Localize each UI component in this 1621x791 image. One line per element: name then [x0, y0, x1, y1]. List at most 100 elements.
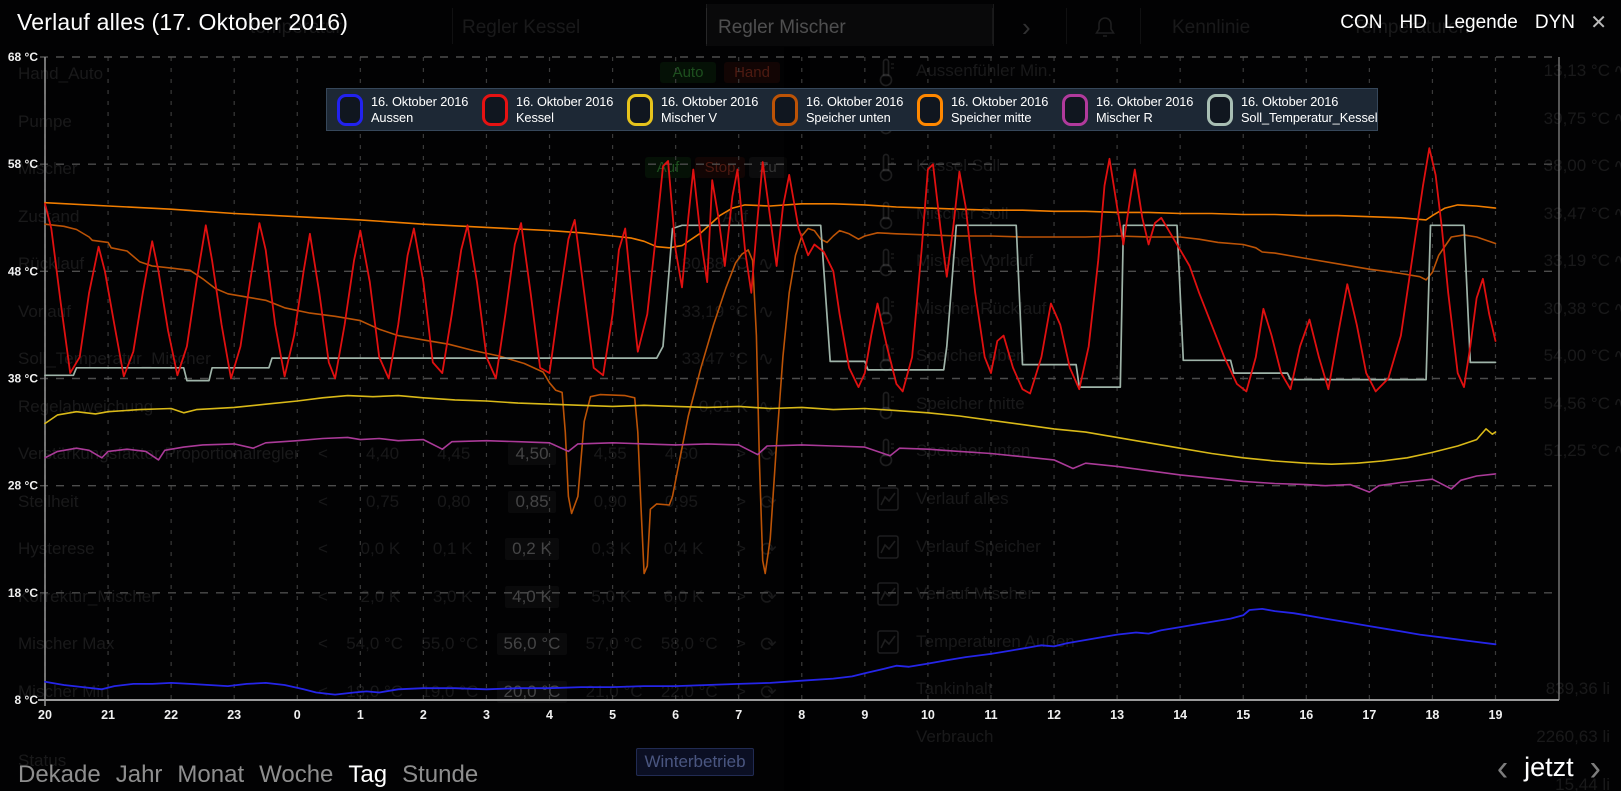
legend-swatch-aussen	[337, 94, 363, 126]
legend-swatch-kessel	[482, 94, 508, 126]
background-row-temperaturen-au-en: Temperaturen Außen	[916, 632, 1075, 652]
background-thermometer-icon	[876, 247, 896, 282]
background-value-tankinhalt: 839,36 li	[1420, 679, 1610, 699]
period-jahr[interactable]: Jahr	[116, 761, 163, 789]
background-button-zu: Zu	[749, 157, 787, 178]
y-tick-label: 38 °C	[8, 372, 38, 386]
background-panel-divider	[784, 47, 810, 791]
x-tick-label: 17	[1362, 708, 1376, 722]
carousel-value: 5,0 K	[591, 587, 631, 607]
x-tick-label: 19	[1489, 708, 1503, 722]
sparkline-icon: ∿	[1613, 298, 1621, 321]
background-row-mischer-min: Mischer Min	[18, 682, 110, 702]
carousel-value: 4,55	[594, 444, 627, 464]
carousel-prev-icon: <	[318, 444, 328, 464]
background-value-zustand: Auf	[558, 207, 748, 227]
background-row-mischer-max: Mischer Max	[18, 634, 114, 654]
carousel-next-icon: >	[736, 634, 746, 654]
period-tag[interactable]: Tag	[348, 761, 387, 789]
legend-item-mischer-r[interactable]: 16. Oktober 2016Mischer R	[1062, 94, 1207, 126]
period-selector: Dekade Jahr Monat Woche Tag Stunde	[18, 761, 478, 789]
period-woche[interactable]: Woche	[259, 761, 333, 789]
toolbar-legende[interactable]: Legende	[1444, 12, 1518, 34]
toolbar-con[interactable]: CON	[1340, 12, 1382, 34]
x-tick-label: 10	[921, 708, 935, 722]
sparkline-icon: ∿	[1613, 440, 1621, 463]
background-tab-separator	[1140, 8, 1141, 44]
sparkline-icon: ∿	[1613, 60, 1621, 83]
background-tab-regler-kessel: Regler Kessel	[462, 17, 580, 39]
x-tick-label: 11	[984, 708, 997, 722]
carousel-value: 21,0 °C	[586, 682, 643, 702]
background-value-speicher-oben: 54,00 °C	[1420, 346, 1610, 366]
legend-item-speicher-mitte[interactable]: 16. Oktober 2016Speicher mitte	[917, 94, 1062, 126]
legend-item-mischer-v[interactable]: 16. Oktober 2016Mischer V	[627, 94, 772, 126]
background-thermometer-icon	[876, 200, 896, 235]
background-row-speicher-oben: Speicher oben	[916, 346, 1026, 366]
background-tab-separator	[706, 8, 707, 44]
background-chart-icon	[876, 485, 900, 518]
background-row-r-cklauf: Rücklauf	[18, 254, 84, 274]
now-button[interactable]: jetzt	[1524, 752, 1574, 783]
carousel-prev-icon: <	[318, 634, 328, 654]
carousel-value: 0,3 K	[591, 539, 631, 559]
carousel-value: 0,95	[665, 492, 698, 512]
sparkline-icon: ∿	[1613, 250, 1621, 273]
background-row-regelabweichung: Regelabweichung	[18, 397, 153, 417]
legend-swatch-soll-temperatur-kessel	[1207, 94, 1233, 126]
legend-item-soll-temperatur-kessel[interactable]: 16. Oktober 2016Soll_Temperatur_Kessel	[1207, 94, 1378, 126]
refresh-icon: ⟳	[760, 585, 777, 610]
toolbar-hd[interactable]: HD	[1399, 12, 1426, 34]
carousel-value: 4,50	[508, 443, 555, 465]
x-tick-label: 21	[101, 708, 115, 722]
carousel-prev-icon: <	[318, 587, 328, 607]
background-tab-separator	[452, 8, 453, 44]
legend-label: 16. Oktober 2016Speicher mitte	[951, 94, 1048, 125]
background-tab-regler-mischer: Regler Mischer	[718, 17, 846, 39]
legend-item-aussen[interactable]: 16. Oktober 2016Aussen	[337, 94, 482, 126]
background-row-mischer-r-cklauf: Mischer Rücklauf	[916, 299, 1046, 319]
background-tab-kennlinie: Kennlinie	[1172, 17, 1250, 39]
period-stunde[interactable]: Stunde	[402, 761, 478, 789]
toolbar-dyn[interactable]: DYN	[1535, 12, 1575, 34]
sparkline-icon: ∿	[758, 396, 774, 419]
period-dekade[interactable]: Dekade	[18, 761, 101, 789]
prev-icon[interactable]: ‹	[1497, 751, 1508, 784]
background-value-mischer-soll: 33,47 °C	[1420, 204, 1610, 224]
carousel-next-icon: >	[736, 682, 746, 702]
carousel-value: 54,0 °C	[346, 634, 403, 654]
background-row-verlauf-mischer: Verlauf Mischer	[916, 584, 1033, 604]
background-carousel-hysterese: <0,0 K0,1 K0,2 K0,3 K0,4 K>	[318, 538, 746, 560]
legend-label: 16. Oktober 2016Aussen	[371, 94, 468, 125]
x-tick-label: 7	[735, 708, 742, 722]
background-chart-icon	[876, 580, 900, 613]
background-value-kessel-soll: 38,00 °C	[1420, 156, 1610, 176]
background-row-speicher-mitte: Speicher mitte	[916, 394, 1025, 414]
background-row-verbrauch: Verbrauch	[916, 727, 994, 747]
x-tick-label: 3	[483, 708, 490, 722]
background-button-hand: Hand	[724, 62, 780, 83]
close-icon[interactable]: ✕	[1590, 10, 1607, 35]
carousel-prev-icon: <	[318, 492, 328, 512]
legend-swatch-mischer-v	[627, 94, 653, 126]
legend-swatch-mischer-r	[1062, 94, 1088, 126]
chart-toolbar: CON HD Legende DYN	[1340, 12, 1575, 34]
x-tick-label: 15	[1236, 708, 1250, 722]
carousel-value: 2,0 K	[361, 587, 401, 607]
time-nav: ‹ jetzt ›	[1497, 752, 1601, 783]
y-tick-label: 68 °C	[8, 50, 38, 64]
next-icon[interactable]: ›	[1590, 751, 1601, 784]
refresh-icon: ⟳	[760, 632, 777, 657]
background-value-r-cklauf: 30,38 °C	[558, 254, 748, 274]
legend-item-kessel[interactable]: 16. Oktober 2016Kessel	[482, 94, 627, 126]
app-window: temperaturRegler KesselRegler MischerKen…	[0, 0, 1621, 791]
y-tick-label: 48 °C	[8, 264, 38, 278]
sparkline-icon: ∿	[758, 348, 774, 371]
background-button-auto: Auto	[660, 62, 716, 83]
background-value-speicher-unten: 51,25 °C	[1420, 441, 1610, 461]
background-alarm-bell-icon	[1092, 14, 1118, 45]
series-mischer-r	[45, 437, 1496, 492]
period-monat[interactable]: Monat	[177, 761, 244, 789]
carousel-value: 4,45	[437, 444, 470, 464]
legend-item-speicher-unten[interactable]: 16. Oktober 2016Speicher unten	[772, 94, 917, 126]
